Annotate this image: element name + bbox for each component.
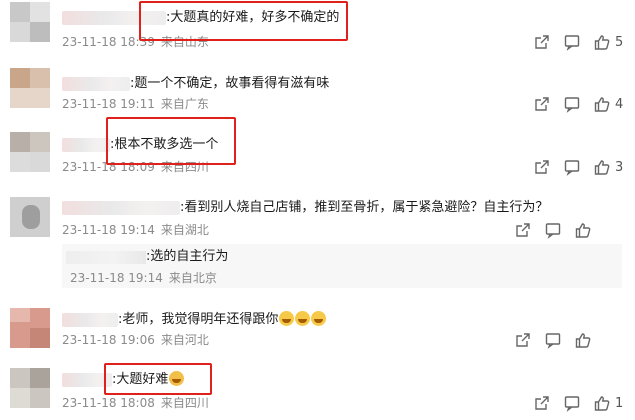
emoji-icon — [169, 371, 185, 386]
comment-meta: 23-11-18 18:08 来自四川 — [62, 395, 209, 411]
comment-date: 23-11-18 18:08 — [62, 396, 155, 410]
comment-icon[interactable] — [563, 95, 581, 113]
comment-date: 23-11-18 19:11 — [62, 97, 155, 111]
share-icon[interactable] — [533, 394, 551, 412]
comment-actions: 5 — [521, 33, 625, 51]
share-icon[interactable] — [514, 331, 532, 349]
comment-icon[interactable] — [563, 394, 581, 412]
comment-icon[interactable] — [563, 158, 581, 176]
comment-actions — [502, 331, 592, 349]
comment-item: :大题真的好难，好多不确定的 23-11-18 18:39 来自山东 5 — [0, 0, 635, 58]
comment-meta: 23-11-18 19:11 来自广东 — [62, 96, 209, 112]
like-count: 4 — [615, 96, 624, 112]
comment-date: 23-11-18 19:14 — [62, 223, 155, 237]
reply-meta: 23-11-18 19:14 来自北京 — [70, 270, 217, 286]
like-count: 1 — [615, 395, 624, 411]
laughing-emoji-icon — [279, 311, 295, 326]
comment-meta: 23-11-18 18:39 来自山东 — [62, 34, 209, 50]
share-icon[interactable] — [533, 158, 551, 176]
comment-item: :老师，我觉得明年还得跟你 23-11-18 19:06 来自河北 — [0, 300, 635, 358]
comment-text: :老师，我觉得明年还得跟你 — [118, 311, 327, 329]
reply-location: 来自北京 — [168, 271, 217, 285]
username-blurred[interactable] — [62, 201, 180, 215]
comment-date: 23-11-18 18:09 — [62, 160, 155, 174]
comment-icon[interactable] — [544, 221, 562, 239]
comment-date: 23-11-18 19:06 — [62, 333, 155, 347]
comment-meta: 23-11-18 18:09 来自四川 — [62, 159, 209, 175]
username-blurred[interactable] — [62, 77, 130, 91]
comment-text: :题一个不确定，故事看得有滋有味 — [130, 76, 330, 91]
username-blurred[interactable] — [62, 11, 166, 25]
comment-icon[interactable] — [544, 331, 562, 349]
comment-item: :大题好难 23-11-18 18:08 来自四川 1 — [0, 360, 635, 420]
like-count: 3 — [615, 159, 624, 175]
comment-date: 23-11-18 18:39 — [62, 35, 155, 49]
comment-item: :看到别人烧自己店铺，推到至骨折，属于紧急避险？自主行为？ 23-11-18 1… — [0, 192, 635, 296]
comment-location: 来自广东 — [160, 97, 209, 111]
comment-item: :根本不敢多选一个 23-11-18 18:09 来自四川 3 — [0, 124, 635, 182]
comment-text: :大题好难 — [112, 371, 185, 389]
reply-text: :选的自主行为 — [146, 249, 229, 264]
thumbs-up-icon[interactable] — [574, 221, 592, 239]
avatar[interactable] — [10, 308, 50, 348]
comment-text: :根本不敢多选一个 — [110, 137, 219, 152]
comment-location: 来自四川 — [160, 160, 209, 174]
comment-location: 来自湖北 — [160, 223, 209, 237]
reply-username-blurred[interactable] — [66, 251, 146, 264]
comment-item: :题一个不确定，故事看得有滋有味 23-11-18 19:11 来自广东 4 — [0, 64, 635, 122]
share-icon[interactable] — [514, 221, 532, 239]
avatar[interactable] — [10, 68, 50, 108]
avatar[interactable] — [10, 197, 50, 237]
comment-actions: 4 — [521, 95, 625, 113]
username-blurred[interactable] — [62, 138, 110, 152]
username-blurred[interactable] — [62, 373, 112, 387]
like-count: 5 — [615, 34, 624, 50]
thumbs-up-icon[interactable] — [574, 331, 592, 349]
comment-meta: 23-11-18 19:14 来自湖北 — [62, 222, 209, 238]
thumbs-up-icon[interactable] — [593, 158, 611, 176]
thumbs-up-icon[interactable] — [593, 33, 611, 51]
reply-date: 23-11-18 19:14 — [70, 271, 163, 285]
comment-actions: 3 — [521, 158, 625, 176]
avatar[interactable] — [10, 132, 50, 172]
reply-container: :选的自主行为 23-11-18 19:14 来自北京 — [62, 244, 622, 288]
thumbs-up-icon[interactable] — [593, 95, 611, 113]
comment-location: 来自四川 — [160, 396, 209, 410]
comment-actions: 1 — [521, 394, 625, 412]
comment-meta: 23-11-18 19:06 来自河北 — [62, 332, 209, 348]
avatar[interactable] — [10, 368, 50, 408]
avatar[interactable] — [10, 2, 50, 42]
comment-location: 来自山东 — [160, 35, 209, 49]
laughing-emoji-icon — [311, 311, 327, 326]
comment-actions — [502, 221, 592, 239]
comment-location: 来自河北 — [160, 333, 209, 347]
username-blurred[interactable] — [62, 313, 118, 327]
comment-text: :看到别人烧自己店铺，推到至骨折，属于紧急避险？自主行为？ — [180, 200, 549, 215]
thumbs-up-icon[interactable] — [593, 394, 611, 412]
share-icon[interactable] — [533, 33, 551, 51]
comment-text-body: :大题好难 — [112, 372, 169, 387]
comment-text: :大题真的好难，好多不确定的 — [166, 10, 340, 25]
laughing-emoji-icon — [295, 311, 311, 326]
comment-text-body: :老师，我觉得明年还得跟你 — [118, 312, 279, 327]
comment-icon[interactable] — [563, 33, 581, 51]
share-icon[interactable] — [533, 95, 551, 113]
